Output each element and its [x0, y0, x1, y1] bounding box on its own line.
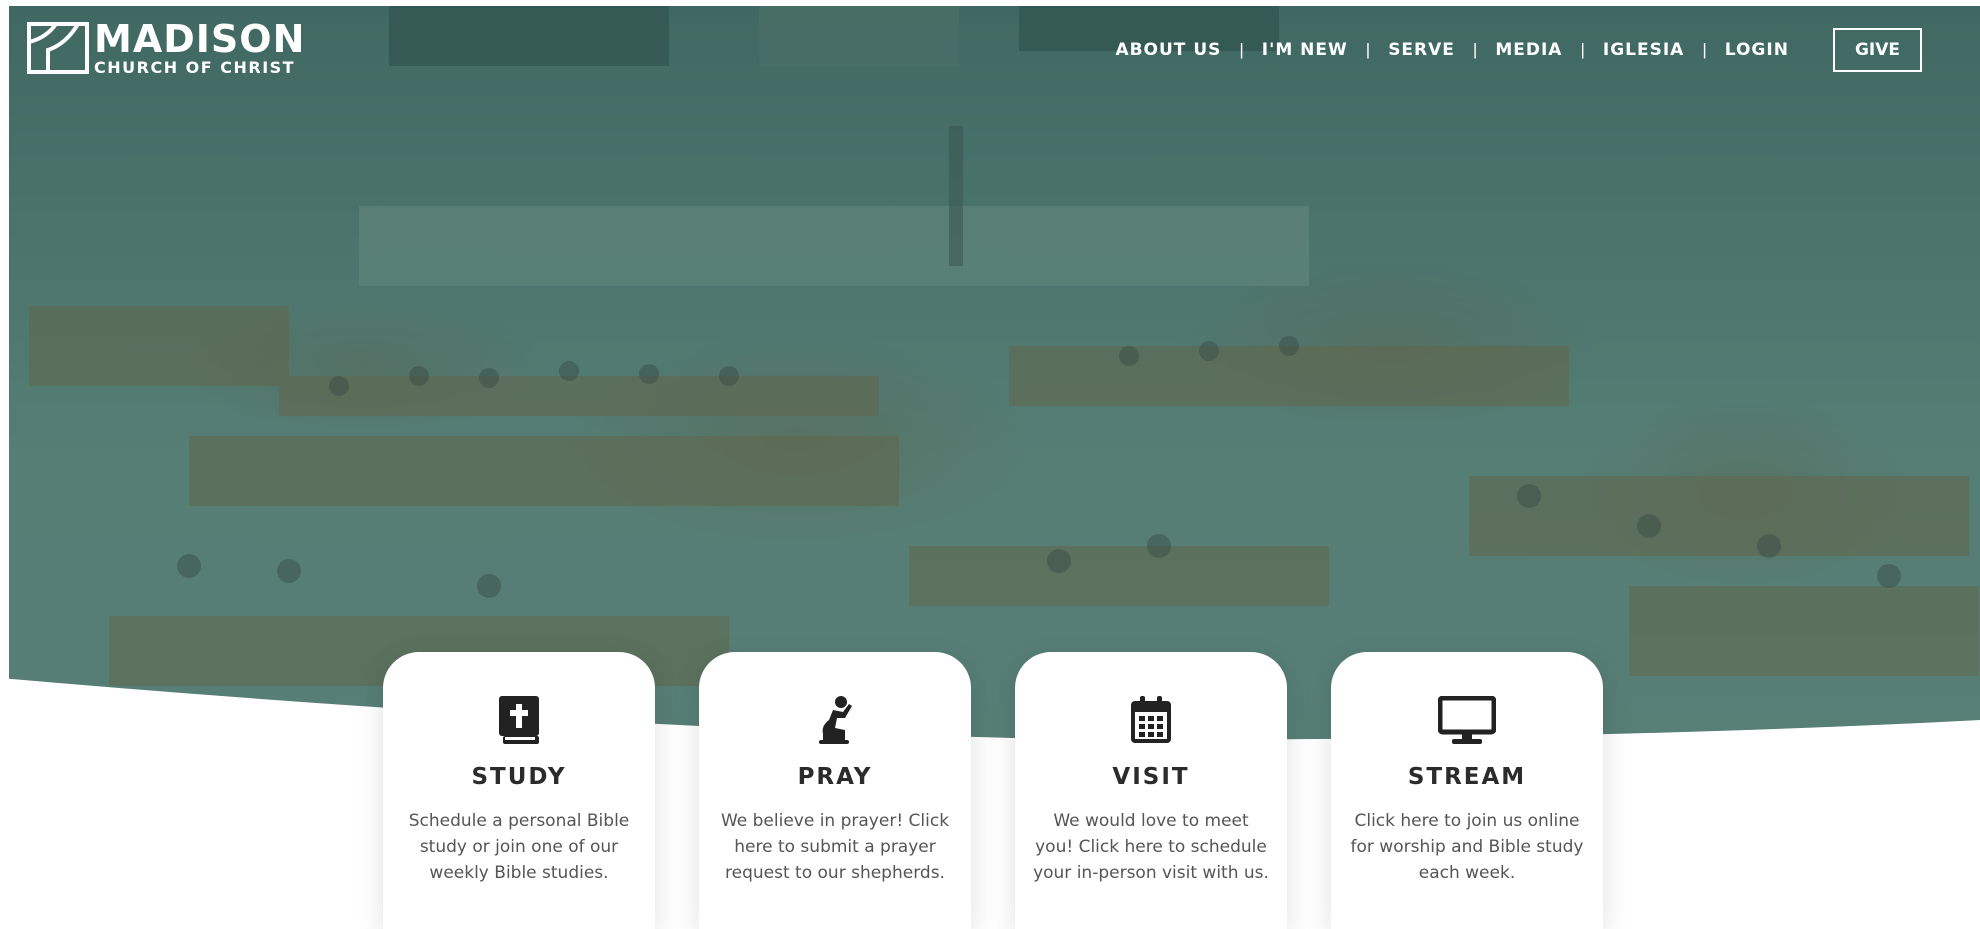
card-title: STREAM: [1407, 764, 1527, 790]
card-stream[interactable]: STREAM Click here to join us online for …: [1331, 652, 1603, 929]
card-text: We would love to meet you! Click here to…: [1033, 811, 1269, 883]
hero-overlay: [9, 6, 1980, 756]
nav-separator: |: [1239, 40, 1244, 59]
card-study[interactable]: STUDY Schedule a personal Bible study or…: [383, 652, 655, 929]
card-text: Click here to join us online for worship…: [1350, 811, 1584, 883]
card-text: We believe in prayer! Click here to subm…: [720, 811, 950, 883]
nav-media[interactable]: MEDIA: [1495, 40, 1562, 60]
nav-separator: |: [1702, 40, 1707, 59]
card-title: PRAY: [797, 764, 873, 790]
praying-person-icon: [805, 694, 865, 746]
bible-icon: [489, 694, 549, 746]
card-title: STUDY: [471, 764, 567, 790]
nav-about-us[interactable]: ABOUT US: [1115, 40, 1221, 60]
nav-serve[interactable]: SERVE: [1388, 40, 1455, 60]
monitor-icon: [1437, 694, 1497, 746]
nav-separator: |: [1580, 40, 1585, 59]
card-text: Schedule a personal Bible study or join …: [408, 811, 630, 883]
nav-im-new[interactable]: I'M NEW: [1262, 40, 1348, 60]
logo-title: MADISON: [94, 17, 306, 61]
logo-subtitle: CHURCH OF CHRIST: [94, 58, 296, 77]
hero-section: [9, 6, 1980, 756]
calendar-icon: [1121, 694, 1181, 746]
nav-iglesia[interactable]: IGLESIA: [1603, 40, 1684, 60]
card-title: VISIT: [1112, 764, 1190, 790]
nav-separator: |: [1472, 40, 1478, 59]
site-logo[interactable]: MADISON CHURCH OF CHRIST: [26, 20, 305, 76]
card-visit[interactable]: VISIT We would love to meet you! Click h…: [1015, 652, 1287, 929]
logo-mark-icon: [27, 22, 89, 74]
give-button[interactable]: GIVE: [1832, 28, 1922, 72]
main-nav: ABOUT US | I'M NEW | SERVE | MEDIA | IGL…: [1115, 28, 1922, 72]
nav-login[interactable]: LOGIN: [1725, 40, 1789, 60]
nav-separator: |: [1365, 40, 1371, 59]
feature-cards: STUDY Schedule a personal Bible study or…: [383, 652, 1603, 929]
card-pray[interactable]: PRAY We believe in prayer! Click here to…: [699, 652, 971, 929]
